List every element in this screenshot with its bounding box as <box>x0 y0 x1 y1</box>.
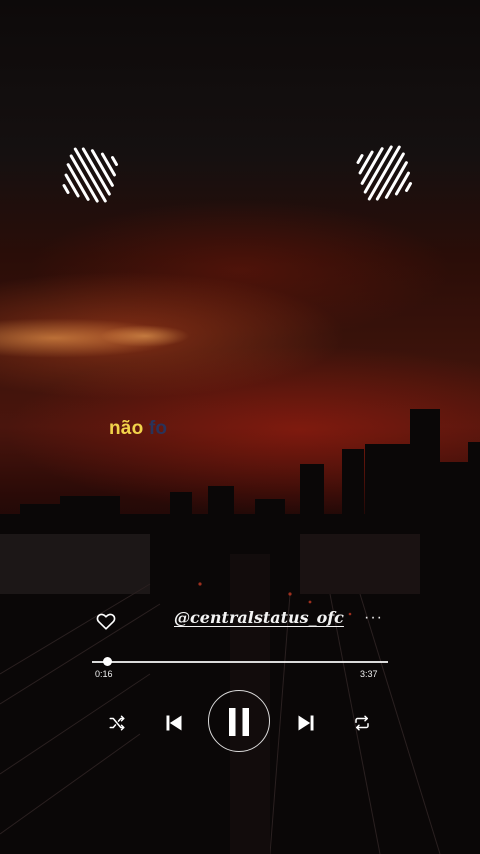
shuffle-icon[interactable] <box>108 714 126 732</box>
cloud-glow <box>100 325 190 347</box>
skip-next-icon[interactable] <box>296 713 316 733</box>
progress-track[interactable] <box>92 661 388 663</box>
repeat-icon[interactable] <box>353 714 371 732</box>
skip-previous-icon[interactable] <box>164 713 184 733</box>
sound-wave-icon <box>356 145 413 201</box>
lyric-upcoming-text: fo <box>148 418 168 439</box>
elapsed-time: 0:16 <box>95 669 113 679</box>
lyric-line: não fo <box>109 418 167 440</box>
more-dots-icon[interactable]: ··· <box>364 609 383 627</box>
sound-wave-icon <box>62 147 119 203</box>
pause-icon[interactable] <box>227 708 251 736</box>
lyric-text: não <box>109 418 149 439</box>
total-duration: 3:37 <box>360 669 378 679</box>
channel-username[interactable]: @centralstatus_ofc <box>174 608 344 627</box>
heart-icon[interactable] <box>95 610 117 632</box>
